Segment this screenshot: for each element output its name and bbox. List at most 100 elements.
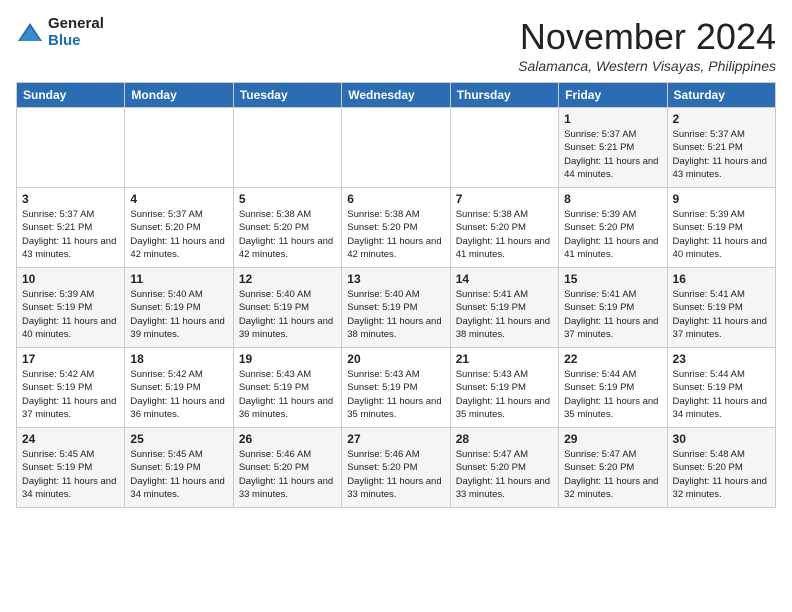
day-number: 19	[239, 352, 336, 366]
weekday-header: Thursday	[450, 83, 558, 108]
calendar-table: SundayMondayTuesdayWednesdayThursdayFrid…	[16, 82, 776, 508]
calendar-week-row: 10 Sunrise: 5:39 AM Sunset: 5:19 PM Dayli…	[17, 268, 776, 348]
calendar-cell	[342, 108, 450, 188]
day-info: Sunrise: 5:40 AM Sunset: 5:19 PM Dayligh…	[347, 288, 444, 341]
logo-general-text: General	[48, 16, 104, 33]
day-info: Sunrise: 5:44 AM Sunset: 5:19 PM Dayligh…	[673, 368, 770, 421]
day-info: Sunrise: 5:45 AM Sunset: 5:19 PM Dayligh…	[22, 448, 119, 501]
day-info: Sunrise: 5:46 AM Sunset: 5:20 PM Dayligh…	[347, 448, 444, 501]
calendar-cell	[450, 108, 558, 188]
day-info: Sunrise: 5:48 AM Sunset: 5:20 PM Dayligh…	[673, 448, 770, 501]
day-number: 28	[456, 432, 553, 446]
weekday-header: Monday	[125, 83, 233, 108]
calendar-cell	[233, 108, 341, 188]
weekday-header: Saturday	[667, 83, 775, 108]
calendar-cell: 24 Sunrise: 5:45 AM Sunset: 5:19 PM Dayli…	[17, 428, 125, 508]
day-number: 11	[130, 272, 227, 286]
day-info: Sunrise: 5:40 AM Sunset: 5:19 PM Dayligh…	[130, 288, 227, 341]
calendar-cell: 10 Sunrise: 5:39 AM Sunset: 5:19 PM Dayli…	[17, 268, 125, 348]
day-info: Sunrise: 5:41 AM Sunset: 5:19 PM Dayligh…	[673, 288, 770, 341]
day-number: 8	[564, 192, 661, 206]
day-info: Sunrise: 5:37 AM Sunset: 5:20 PM Dayligh…	[130, 208, 227, 261]
calendar-cell: 2 Sunrise: 5:37 AM Sunset: 5:21 PM Daylig…	[667, 108, 775, 188]
day-number: 18	[130, 352, 227, 366]
day-info: Sunrise: 5:37 AM Sunset: 5:21 PM Dayligh…	[673, 128, 770, 181]
calendar-cell: 9 Sunrise: 5:39 AM Sunset: 5:19 PM Daylig…	[667, 188, 775, 268]
day-info: Sunrise: 5:38 AM Sunset: 5:20 PM Dayligh…	[456, 208, 553, 261]
calendar-cell: 23 Sunrise: 5:44 AM Sunset: 5:19 PM Dayli…	[667, 348, 775, 428]
day-info: Sunrise: 5:47 AM Sunset: 5:20 PM Dayligh…	[564, 448, 661, 501]
day-number: 26	[239, 432, 336, 446]
page-header: General Blue November 2024 Salamanca, We…	[16, 16, 776, 74]
weekday-header: Tuesday	[233, 83, 341, 108]
weekday-header: Sunday	[17, 83, 125, 108]
calendar-week-row: 3Sunrise: 5:37 AM Sunset: 5:21 PM Daylig…	[17, 188, 776, 268]
day-info: Sunrise: 5:39 AM Sunset: 5:19 PM Dayligh…	[673, 208, 770, 261]
calendar-cell: 28 Sunrise: 5:47 AM Sunset: 5:20 PM Dayli…	[450, 428, 558, 508]
day-number: 10	[22, 272, 119, 286]
day-info: Sunrise: 5:44 AM Sunset: 5:19 PM Dayligh…	[564, 368, 661, 421]
calendar-cell: 25Sunrise: 5:45 AM Sunset: 5:19 PM Dayli…	[125, 428, 233, 508]
day-number: 21	[456, 352, 553, 366]
day-info: Sunrise: 5:46 AM Sunset: 5:20 PM Dayligh…	[239, 448, 336, 501]
location-subtitle: Salamanca, Western Visayas, Philippines	[518, 58, 776, 74]
day-info: Sunrise: 5:37 AM Sunset: 5:21 PM Dayligh…	[564, 128, 661, 181]
day-number: 22	[564, 352, 661, 366]
day-number: 13	[347, 272, 444, 286]
calendar-cell: 11 Sunrise: 5:40 AM Sunset: 5:19 PM Dayli…	[125, 268, 233, 348]
day-number: 4	[130, 192, 227, 206]
day-info: Sunrise: 5:40 AM Sunset: 5:19 PM Dayligh…	[239, 288, 336, 341]
calendar-cell: 22 Sunrise: 5:44 AM Sunset: 5:19 PM Dayli…	[559, 348, 667, 428]
calendar-cell: 30 Sunrise: 5:48 AM Sunset: 5:20 PM Dayli…	[667, 428, 775, 508]
calendar-week-row: 24 Sunrise: 5:45 AM Sunset: 5:19 PM Dayli…	[17, 428, 776, 508]
calendar-cell: 5Sunrise: 5:38 AM Sunset: 5:20 PM Daylig…	[233, 188, 341, 268]
logo-blue-text: Blue	[48, 33, 104, 50]
weekday-header: Friday	[559, 83, 667, 108]
day-info: Sunrise: 5:42 AM Sunset: 5:19 PM Dayligh…	[130, 368, 227, 421]
day-info: Sunrise: 5:39 AM Sunset: 5:19 PM Dayligh…	[22, 288, 119, 341]
calendar-cell: 4 Sunrise: 5:37 AM Sunset: 5:20 PM Daylig…	[125, 188, 233, 268]
calendar-cell: 3Sunrise: 5:37 AM Sunset: 5:21 PM Daylig…	[17, 188, 125, 268]
weekday-header: Wednesday	[342, 83, 450, 108]
day-number: 23	[673, 352, 770, 366]
calendar-cell: 19 Sunrise: 5:43 AM Sunset: 5:19 PM Dayli…	[233, 348, 341, 428]
calendar-cell: 1Sunrise: 5:37 AM Sunset: 5:21 PM Daylig…	[559, 108, 667, 188]
day-number: 5	[239, 192, 336, 206]
day-number: 7	[456, 192, 553, 206]
day-info: Sunrise: 5:39 AM Sunset: 5:20 PM Dayligh…	[564, 208, 661, 261]
day-number: 15	[564, 272, 661, 286]
day-number: 16	[673, 272, 770, 286]
calendar-cell: 12 Sunrise: 5:40 AM Sunset: 5:19 PM Dayli…	[233, 268, 341, 348]
logo-icon	[16, 19, 44, 47]
day-info: Sunrise: 5:47 AM Sunset: 5:20 PM Dayligh…	[456, 448, 553, 501]
day-info: Sunrise: 5:42 AM Sunset: 5:19 PM Dayligh…	[22, 368, 119, 421]
day-number: 3	[22, 192, 119, 206]
calendar-cell	[17, 108, 125, 188]
calendar-cell: 26 Sunrise: 5:46 AM Sunset: 5:20 PM Dayli…	[233, 428, 341, 508]
month-title: November 2024	[518, 16, 776, 58]
day-number: 25	[130, 432, 227, 446]
day-number: 12	[239, 272, 336, 286]
calendar-cell: 6Sunrise: 5:38 AM Sunset: 5:20 PM Daylig…	[342, 188, 450, 268]
calendar-cell: 29 Sunrise: 5:47 AM Sunset: 5:20 PM Dayli…	[559, 428, 667, 508]
calendar-header-row: SundayMondayTuesdayWednesdayThursdayFrid…	[17, 83, 776, 108]
day-number: 30	[673, 432, 770, 446]
calendar-cell: 21Sunrise: 5:43 AM Sunset: 5:19 PM Dayli…	[450, 348, 558, 428]
calendar-cell: 8 Sunrise: 5:39 AM Sunset: 5:20 PM Daylig…	[559, 188, 667, 268]
calendar-cell	[125, 108, 233, 188]
day-number: 20	[347, 352, 444, 366]
day-number: 24	[22, 432, 119, 446]
calendar-week-row: 1Sunrise: 5:37 AM Sunset: 5:21 PM Daylig…	[17, 108, 776, 188]
day-number: 17	[22, 352, 119, 366]
day-info: Sunrise: 5:38 AM Sunset: 5:20 PM Dayligh…	[347, 208, 444, 261]
day-number: 9	[673, 192, 770, 206]
day-number: 2	[673, 112, 770, 126]
calendar-week-row: 17 Sunrise: 5:42 AM Sunset: 5:19 PM Dayli…	[17, 348, 776, 428]
calendar-cell: 20Sunrise: 5:43 AM Sunset: 5:19 PM Dayli…	[342, 348, 450, 428]
day-info: Sunrise: 5:41 AM Sunset: 5:19 PM Dayligh…	[456, 288, 553, 341]
calendar-cell: 15Sunrise: 5:41 AM Sunset: 5:19 PM Dayli…	[559, 268, 667, 348]
calendar-cell: 27Sunrise: 5:46 AM Sunset: 5:20 PM Dayli…	[342, 428, 450, 508]
day-info: Sunrise: 5:43 AM Sunset: 5:19 PM Dayligh…	[239, 368, 336, 421]
day-number: 29	[564, 432, 661, 446]
day-number: 14	[456, 272, 553, 286]
